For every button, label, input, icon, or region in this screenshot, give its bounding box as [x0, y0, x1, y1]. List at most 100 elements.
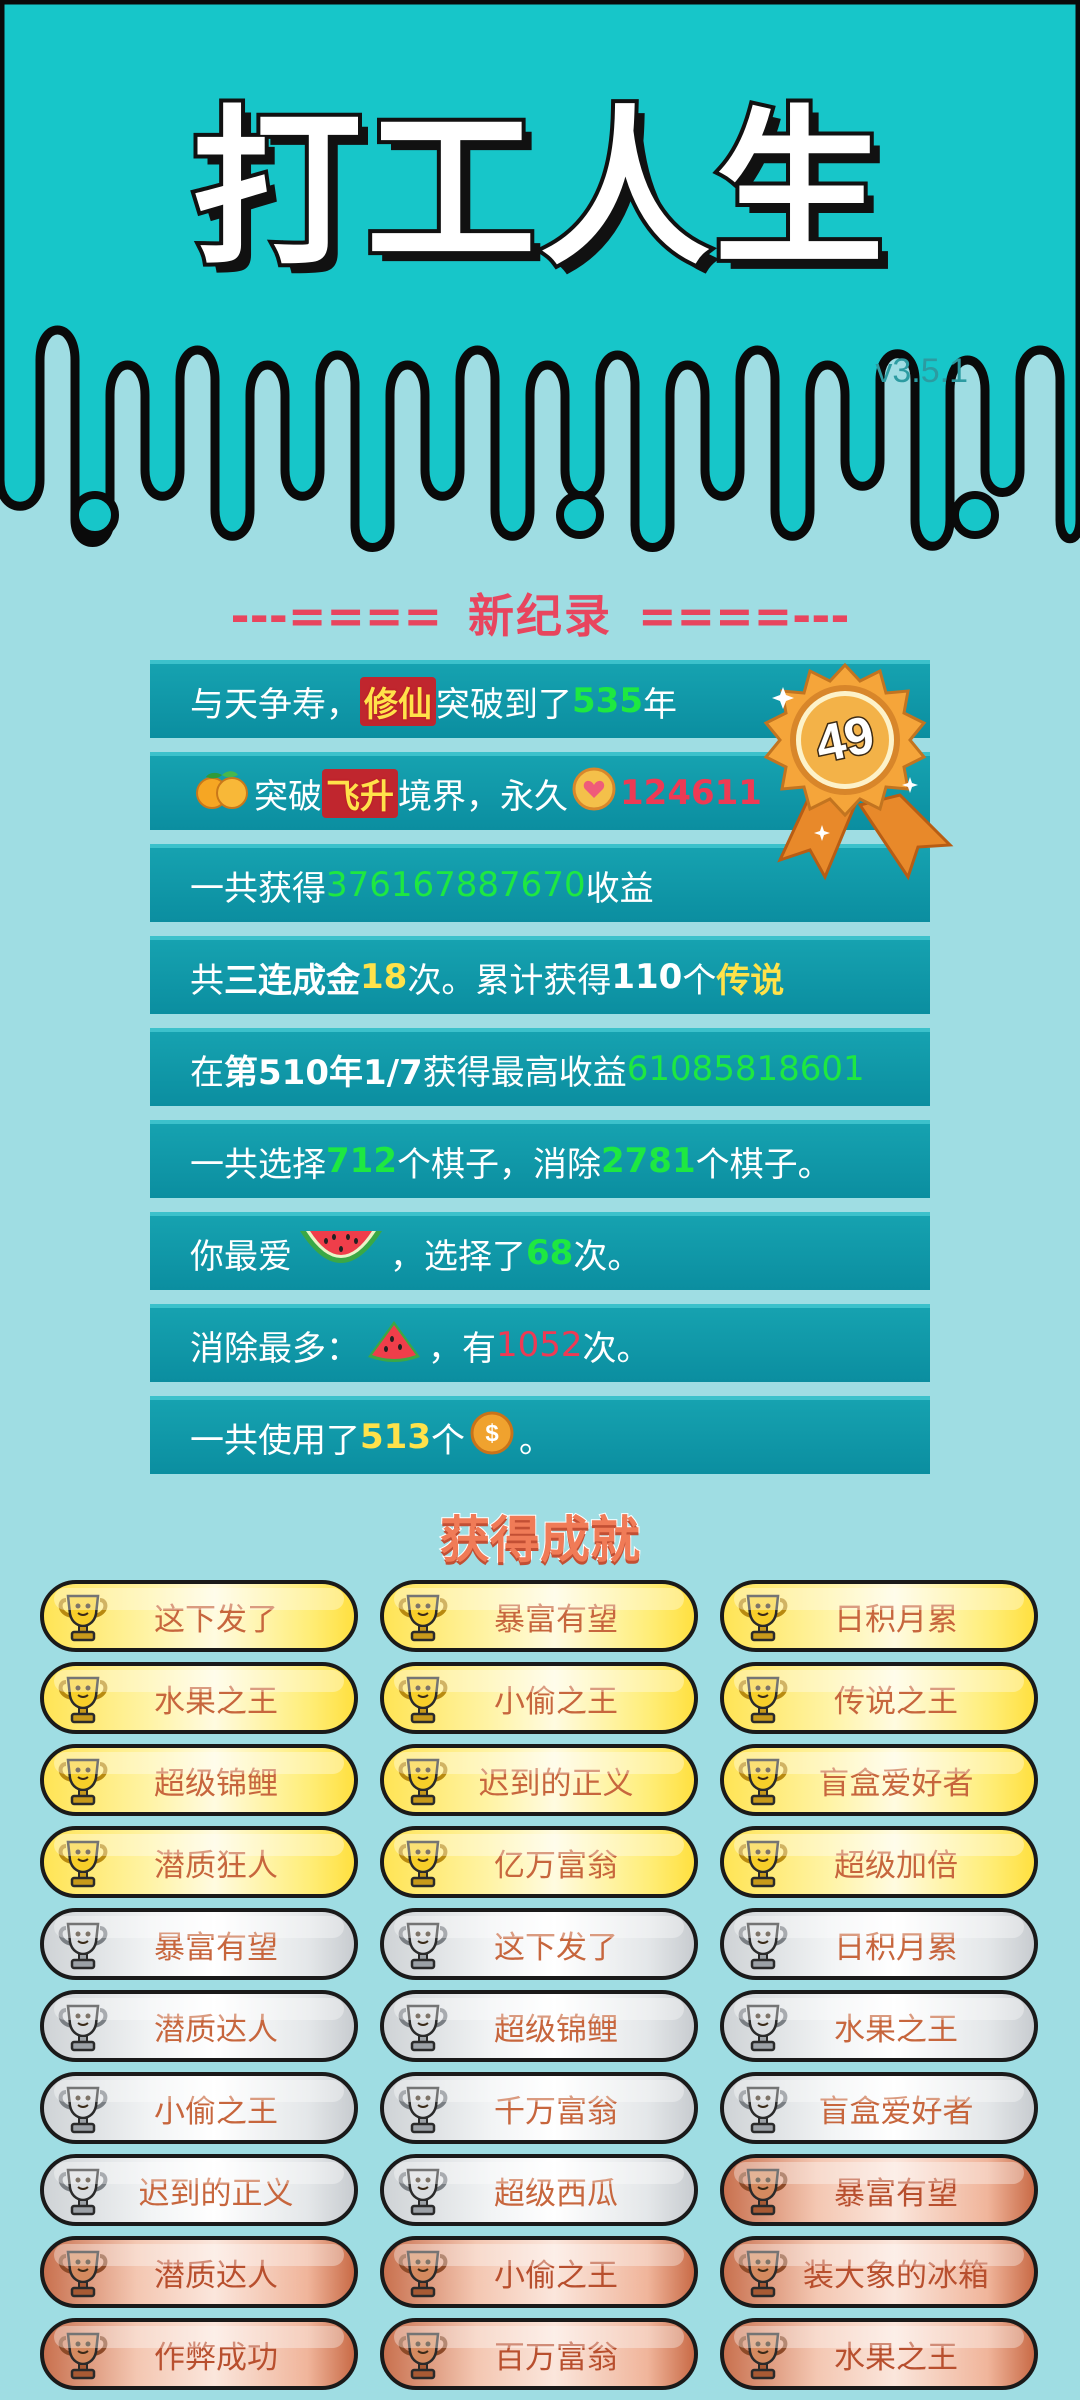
trophy-icon — [398, 1838, 448, 1898]
heading-dashes-right: ====--- — [638, 589, 850, 643]
record-row-most-eliminated: 消除最多： ，有 1052 次。 — [150, 1304, 930, 1382]
trophy-icon — [738, 2248, 788, 2308]
achievement-badge[interactable]: 这下发了 — [40, 1580, 358, 1652]
trophy-icon — [58, 2002, 108, 2062]
record-row-coins-used: 一共使用了 513 个 $ 。 — [150, 1396, 930, 1474]
trophy-icon — [398, 2330, 448, 2390]
achievement-badge[interactable]: 作弊成功 — [40, 2318, 358, 2390]
header-banner: 打工人生 v3.5.1 — [0, 0, 1080, 560]
record-text: 境界，永久 — [398, 776, 568, 817]
record-value: 376167887670 — [326, 865, 586, 905]
trophy-icon — [738, 1756, 788, 1816]
trophy-icon — [58, 1920, 108, 1980]
version-label: v3.5.1 — [875, 352, 968, 390]
trophy-icon — [738, 1920, 788, 1980]
trophy-icon — [398, 2166, 448, 2226]
record-value: 2781 — [600, 1141, 696, 1181]
trophy-icon — [58, 1756, 108, 1816]
record-row-triple-gold: 共 三连成金 18 次。累计获得 110 个 传说 — [150, 936, 930, 1014]
achievement-badge[interactable]: 超级加倍 — [720, 1826, 1038, 1898]
trophy-icon — [738, 2166, 788, 2226]
trophy-icon — [398, 1592, 448, 1652]
trophy-icon — [58, 1674, 108, 1734]
achievement-badge[interactable]: 潜质达人 — [40, 2236, 358, 2308]
record-text: 突破到了 — [436, 684, 572, 725]
new-records-title: 新纪录 — [468, 589, 612, 643]
record-value: 110 — [611, 957, 683, 997]
tangerine-icon — [194, 767, 250, 820]
achievement-badge[interactable]: 超级西瓜 — [380, 2154, 698, 2226]
heart-coin-icon — [572, 767, 616, 820]
heading-dashes-left: ---==== — [230, 589, 442, 643]
watermelon-wedge-icon — [364, 1317, 424, 1374]
record-highlight: 三连成金 — [224, 960, 360, 1001]
achievement-badge[interactable]: 传说之王 — [720, 1662, 1038, 1734]
achievement-badge[interactable]: 装大象的冰箱 — [720, 2236, 1038, 2308]
trophy-icon — [398, 1920, 448, 1980]
achievement-badge[interactable]: 迟到的正义 — [380, 1744, 698, 1816]
record-value: 68 — [526, 1233, 574, 1273]
app-title: 打工人生 — [188, 91, 888, 289]
rosette-medal-icon: 49 — [740, 655, 970, 889]
record-row-pieces: 一共选择 712 个棋子，消除 2781 个棋子。 — [150, 1120, 930, 1198]
achievement-badge[interactable]: 超级锦鲤 — [40, 1744, 358, 1816]
trophy-icon — [738, 1674, 788, 1734]
record-row-favorite: 你最爱 ，选择了 68 次。 — [150, 1212, 930, 1290]
achievement-badge[interactable]: 水果之王 — [720, 1990, 1038, 2062]
record-text: 次。累计获得 — [407, 960, 612, 1001]
trophy-icon — [398, 2248, 448, 2308]
trophy-icon — [58, 2166, 108, 2226]
achievement-badge[interactable]: 日积月累 — [720, 1580, 1038, 1652]
achievements-heading: 获得成就 — [439, 1510, 641, 1570]
record-text: 突破 — [254, 776, 322, 817]
record-text: 个棋子。 — [695, 1144, 832, 1185]
achievement-badge[interactable]: 潜质狂人 — [40, 1826, 358, 1898]
record-text: 在 — [190, 1052, 224, 1093]
trophy-icon — [58, 2084, 108, 2144]
achievements-grid: 这下发了 暴富有望 日积月累 水果之王 小偷之王 传说之王 超级锦鲤 迟到的正义 盲盒爱好者 潜质… — [40, 1580, 1040, 2390]
trophy-icon — [738, 2330, 788, 2390]
achievement-badge[interactable]: 日积月累 — [720, 1908, 1038, 1980]
new-records-heading: ---==== 新纪录 ====--- — [0, 580, 1080, 646]
trophy-icon — [738, 1838, 788, 1898]
trophy-icon — [58, 2248, 108, 2308]
achievement-badge[interactable]: 小偷之王 — [40, 2072, 358, 2144]
record-text: 获得最高收益 — [422, 1052, 627, 1093]
trophy-icon — [58, 1592, 108, 1652]
record-row-best-income: 在 第510年1/7 获得最高收益 61085818601 — [150, 1028, 930, 1106]
achievement-badge[interactable]: 千万富翁 — [380, 2072, 698, 2144]
record-text: 共 — [190, 960, 224, 1001]
record-text: 收益 — [585, 868, 654, 909]
achievement-badge[interactable]: 暴富有望 — [380, 1580, 698, 1652]
achievement-badge[interactable]: 小偷之王 — [380, 2236, 698, 2308]
achievement-badge[interactable]: 暴富有望 — [40, 1908, 358, 1980]
record-value: 1052 — [496, 1325, 583, 1365]
achievement-badge[interactable]: 暴富有望 — [720, 2154, 1038, 2226]
trophy-icon — [398, 2002, 448, 2062]
record-value: 513 — [360, 1417, 431, 1457]
trophy-icon — [738, 2002, 788, 2062]
record-text: 你最爱 — [190, 1236, 292, 1277]
medal-number: 49 — [811, 706, 880, 775]
achievement-badge[interactable]: 百万富翁 — [380, 2318, 698, 2390]
achievement-badge[interactable]: 亿万富翁 — [380, 1826, 698, 1898]
trophy-icon — [738, 2084, 788, 2144]
achievement-badge[interactable]: 水果之王 — [720, 2318, 1038, 2390]
achievement-badge[interactable]: 迟到的正义 — [40, 2154, 358, 2226]
record-value: 712 — [326, 1141, 397, 1181]
trophy-icon — [398, 1756, 448, 1816]
record-text: 。 — [518, 1420, 553, 1461]
record-text: 消除最多： — [190, 1328, 360, 1369]
trophy-icon — [58, 1838, 108, 1898]
achievement-badge[interactable]: 盲盒爱好者 — [720, 1744, 1038, 1816]
achievement-badge[interactable]: 盲盒爱好者 — [720, 2072, 1038, 2144]
achievement-badge[interactable]: 小偷之王 — [380, 1662, 698, 1734]
dollar-coin-icon: $ — [469, 1410, 515, 1465]
achievement-badge[interactable]: 水果之王 — [40, 1662, 358, 1734]
record-highlight: 第510年1/7 — [224, 1052, 423, 1093]
record-value: 18 — [360, 957, 408, 997]
achievement-badge[interactable]: 这下发了 — [380, 1908, 698, 1980]
achievement-badge[interactable]: 超级锦鲤 — [380, 1990, 698, 2062]
achievement-badge[interactable]: 潜质达人 — [40, 1990, 358, 2062]
svg-text:$: $ — [485, 1420, 499, 1447]
